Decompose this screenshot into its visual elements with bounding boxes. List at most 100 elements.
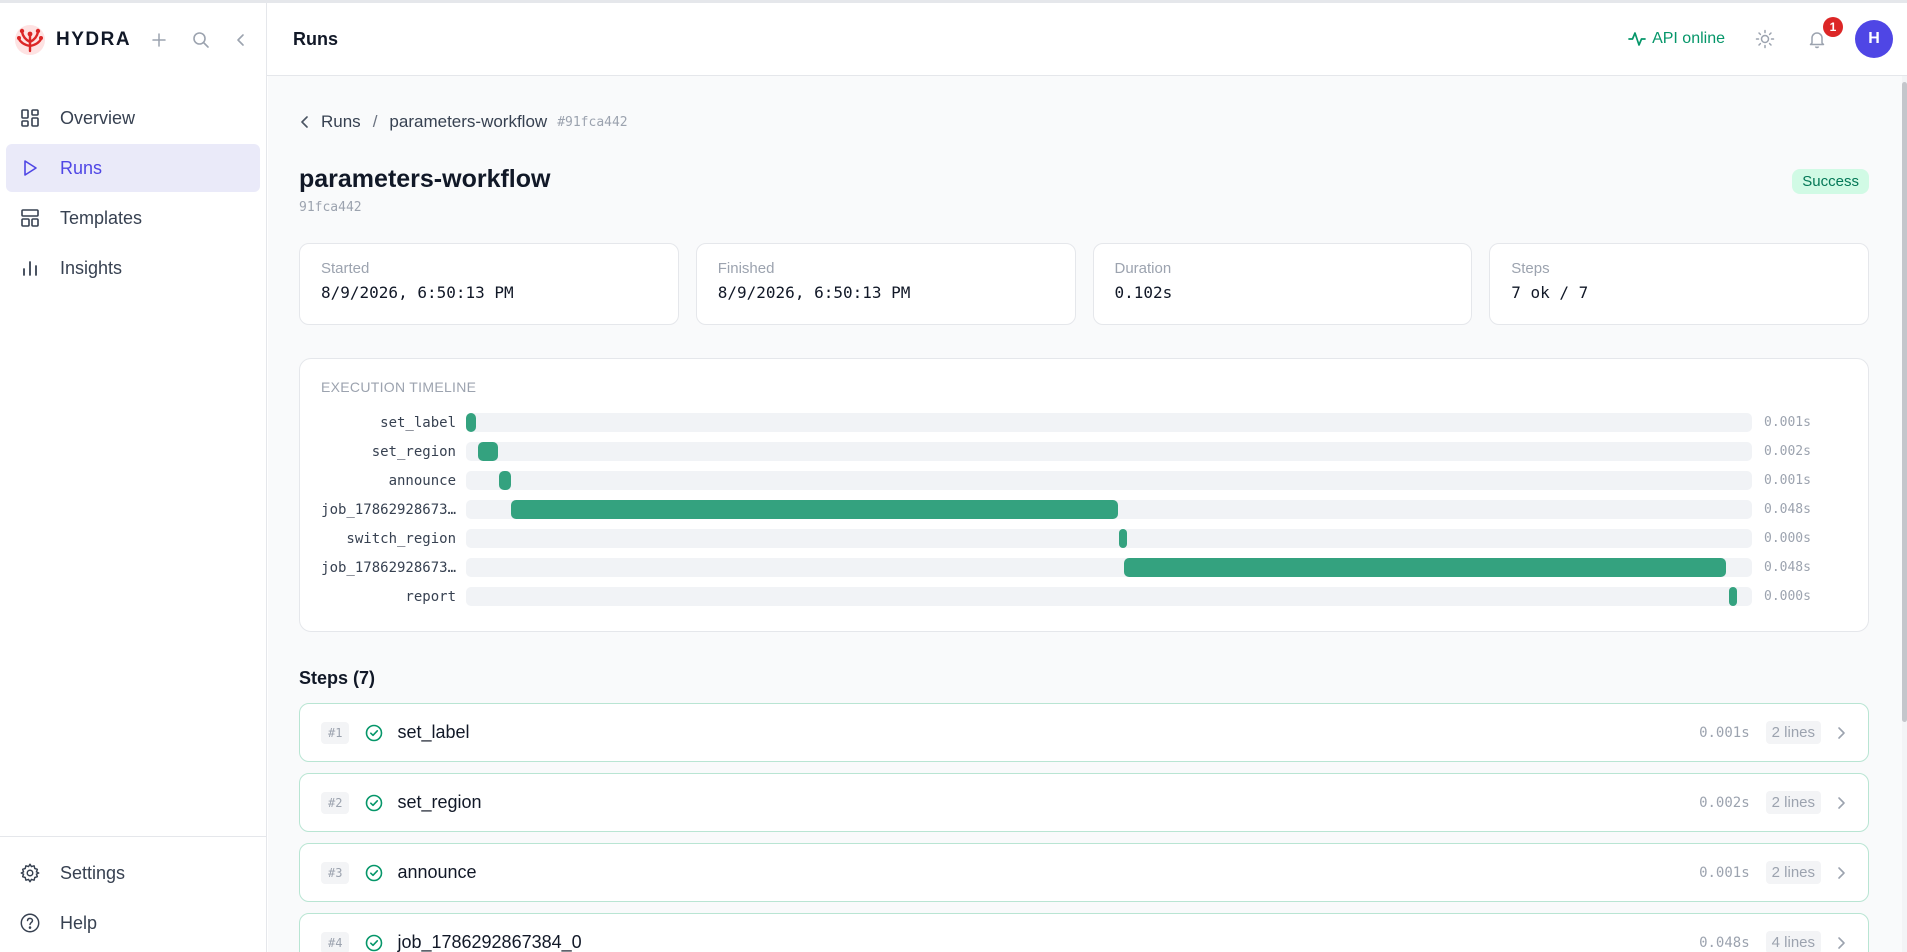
user-avatar[interactable]: H — [1855, 20, 1893, 58]
timeline-track — [466, 587, 1752, 606]
step-name: announce — [397, 862, 477, 882]
sidebar-nav: Overview Runs Templates Insights — [0, 94, 266, 292]
timeline-row[interactable]: announce 0.001s — [321, 466, 1847, 495]
timeline-duration: 0.000s — [1764, 589, 1811, 604]
timeline-step-name: announce — [388, 472, 456, 489]
step-number: #1 — [321, 721, 350, 744]
app-name: HYDRA — [56, 28, 132, 50]
back-chevron-icon[interactable] — [299, 115, 311, 129]
chevron-right-icon[interactable] — [1835, 726, 1847, 740]
step-lines-badge: 2 lines — [1765, 721, 1821, 744]
api-status[interactable]: API online — [1628, 30, 1725, 48]
chevron-right-icon[interactable] — [1835, 866, 1847, 880]
stat-label: Started — [321, 260, 370, 277]
app-window: HYDRA Overview Runs Templates Insights S… — [0, 0, 1907, 952]
scrollbar-thumb[interactable] — [1902, 82, 1907, 722]
timeline-row[interactable]: job_17862928673… 0.048s — [321, 495, 1847, 524]
step-name: set_label — [397, 722, 470, 742]
timeline-bar — [466, 413, 477, 432]
execution-timeline: EXECUTION TIMELINE set_label 0.001s set_re… — [299, 358, 1869, 632]
sidebar-item-help[interactable]: Help — [6, 899, 260, 947]
timeline-bar — [511, 500, 1118, 519]
step-duration: 0.048s — [1699, 934, 1750, 951]
timeline-bar — [1119, 529, 1128, 548]
check-circle-icon — [365, 934, 383, 952]
run-title-bar: parameters-workflow 91fca442 Success — [299, 165, 1869, 221]
step-row[interactable]: #2 set_region 0.002s 2 lines — [299, 773, 1869, 832]
step-duration: 0.001s — [1699, 724, 1750, 741]
status-badge: Success — [1792, 169, 1869, 194]
stat-label: Steps — [1511, 260, 1550, 277]
steps-heading: Steps (7) — [299, 668, 376, 688]
sidebar-item-label: Templates — [60, 207, 143, 228]
timeline-duration: 0.002s — [1764, 444, 1811, 459]
timeline-bar — [477, 442, 499, 461]
sidebar-item-overview[interactable]: Overview — [6, 94, 260, 142]
timeline-step-name: set_label — [380, 414, 456, 431]
step-name: job_1786292867384_0 — [397, 932, 582, 952]
api-status-label: API online — [1652, 30, 1725, 47]
chevron-right-icon[interactable] — [1835, 936, 1847, 950]
timeline-row[interactable]: job_17862928673… 0.048s — [321, 553, 1847, 582]
stat-value: 0.102s — [1114, 283, 1173, 302]
sidebar-item-label: Help — [60, 912, 98, 933]
help-circle-icon — [18, 911, 42, 935]
chevron-right-icon[interactable] — [1835, 796, 1847, 810]
stat-label: Finished — [717, 260, 775, 277]
timeline-step-name: report — [405, 588, 456, 605]
breadcrumb-runs-link[interactable]: Runs — [321, 112, 361, 132]
timeline-row[interactable]: set_region 0.002s — [321, 437, 1847, 466]
sidebar-item-templates[interactable]: Templates — [6, 194, 260, 242]
theme-toggle-sun-icon[interactable] — [1751, 25, 1779, 53]
check-circle-icon — [365, 724, 383, 742]
breadcrumb-run-hash: #91fca442 — [557, 114, 628, 130]
stat-value: 7 ok / 7 — [1511, 283, 1589, 302]
step-row[interactable]: #4 job_1786292867384_0 0.048s 4 lines — [299, 913, 1869, 952]
bell-icon[interactable]: 1 — [1803, 17, 1843, 53]
steps-list: #1 set_label 0.001s 2 lines #2 set_region 0.00… — [299, 703, 1869, 952]
step-duration: 0.002s — [1699, 794, 1750, 811]
timeline-duration: 0.000s — [1764, 531, 1811, 546]
brand: HYDRA — [0, 3, 266, 76]
timeline-track — [466, 558, 1752, 577]
step-lines-badge: 2 lines — [1765, 791, 1821, 814]
top-header: Runs API online 1 H — [267, 3, 1907, 76]
timeline-step-name: job_17862928673… — [321, 559, 456, 576]
hydra-logo-icon — [15, 24, 45, 55]
step-number: #2 — [321, 791, 350, 814]
run-title: parameters-workflow — [299, 165, 551, 193]
sidebar-item-settings[interactable]: Settings — [6, 849, 260, 897]
stat-card-duration: Duration 0.102s — [1092, 243, 1473, 325]
search-icon[interactable] — [191, 30, 211, 50]
timeline-track — [466, 471, 1752, 490]
notification-count-badge: 1 — [1823, 17, 1843, 37]
header-actions: API online 1 H — [1628, 17, 1893, 58]
breadcrumb-current: parameters-workflow — [389, 112, 548, 131]
timeline-track — [466, 413, 1752, 432]
run-detail: Runs / parameters-workflow #91fca442 par… — [299, 76, 1869, 952]
timeline-row[interactable]: set_label 0.001s — [321, 408, 1847, 437]
gear-icon — [18, 861, 42, 885]
sidebar-item-insights[interactable]: Insights — [6, 244, 260, 292]
sidebar-item-runs[interactable]: Runs — [6, 144, 260, 192]
stat-card-finished: Finished 8/9/2026, 6:50:13 PM — [695, 243, 1076, 325]
stat-label: Duration — [1114, 260, 1172, 277]
stat-card-started: Started 8/9/2026, 6:50:13 PM — [299, 243, 679, 325]
plus-icon[interactable] — [149, 30, 169, 50]
collapse-chevron-icon[interactable] — [231, 30, 251, 50]
step-row[interactable]: #3 announce 0.001s 2 lines — [299, 843, 1869, 902]
step-number: #4 — [321, 931, 350, 952]
timeline-track — [466, 529, 1752, 548]
timeline-row[interactable]: report 0.000s — [321, 582, 1847, 611]
timeline-row[interactable]: switch_region 0.000s — [321, 524, 1847, 553]
grid-icon — [18, 106, 42, 130]
step-duration: 0.001s — [1699, 864, 1750, 881]
step-name: set_region — [397, 792, 482, 812]
main-scrollbar[interactable] — [1902, 76, 1907, 952]
sidebar-footer: Settings Help — [0, 836, 266, 952]
timeline-duration: 0.048s — [1764, 502, 1811, 517]
step-row[interactable]: #1 set_label 0.001s 2 lines — [299, 703, 1869, 762]
timeline-heading: EXECUTION TIMELINE — [321, 379, 477, 395]
step-lines-badge: 4 lines — [1765, 931, 1821, 952]
breadcrumb: Runs / parameters-workflow #91fca442 — [299, 112, 1869, 132]
